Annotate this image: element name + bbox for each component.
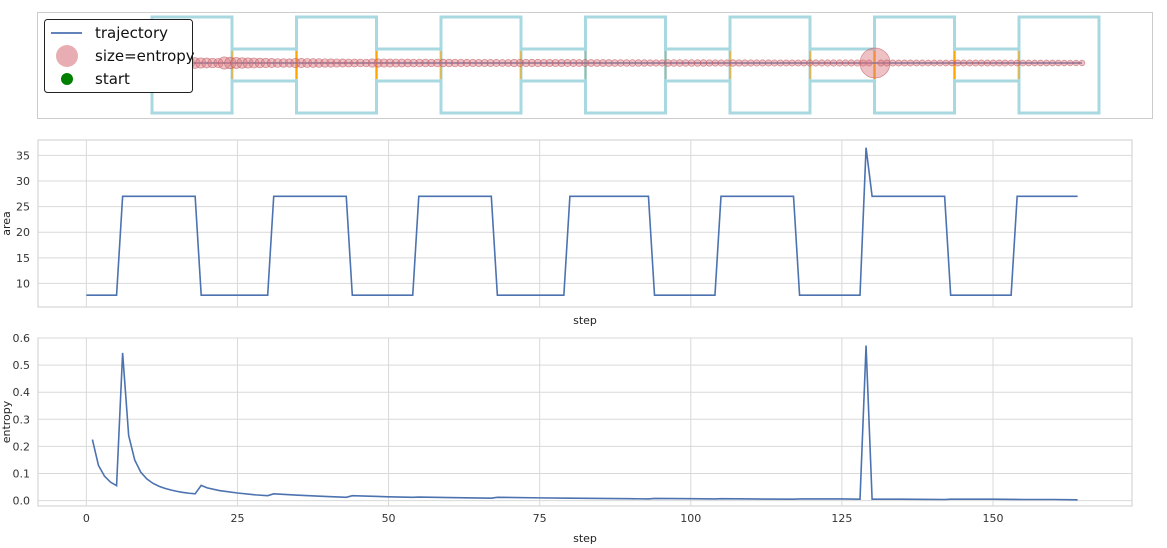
p2-plot-area [37,139,1133,308]
trajectory-point [930,59,938,67]
y-tick-label: 15 [16,252,30,265]
y-tick-label: 0.5 [13,359,31,372]
trajectory-point [912,59,920,67]
trajectory-point [942,59,950,67]
x-tick-label: 25 [230,512,244,525]
trajectory-point [776,59,784,67]
p3-plot-area [37,337,1133,507]
y-tick-label: 10 [16,277,30,290]
trajectory-point [770,59,778,67]
y-tick-label: 0.0 [13,495,31,508]
trajectory-point [753,59,761,67]
trajectory-point [1066,59,1074,67]
y-tick-label: 0.3 [13,413,31,426]
entropy-panel: 0.0 0.1 0.2 0.3 0.4 0.5 0.6 0 25 50 75 100 125 150 ste… [0,332,1133,545]
maze-panel: trajectory size=entropy start [37,12,1153,119]
trajectory-point [1001,59,1009,67]
figure: trajectory size=entropy start 10 15 20 25 30… [0,12,1153,545]
y-tick-label: 30 [16,175,30,188]
trajectory-point [1013,59,1021,67]
x-tick-label: 50 [382,512,396,525]
trajectory-point [1037,59,1044,67]
trajectory-point [782,59,790,67]
trajectory-point [960,59,968,67]
trajectory-point [652,59,660,67]
trajectory-point [747,59,755,67]
y-tick-label: 25 [16,201,30,214]
y-axis-label: area [0,211,13,236]
x-axis-label: step [573,532,597,545]
trajectory-point [1055,59,1062,67]
trajectory-point [877,59,885,67]
y-tick-label: 0.2 [13,440,31,453]
x-tick-label: 0 [83,512,90,525]
trajectory-point [995,59,1003,67]
trajectory-point [948,59,956,67]
trajectory-point [853,59,861,67]
trajectory-point [895,59,903,67]
trajectory-point [806,59,814,67]
x-axis-label: step [573,314,597,327]
x-tick-label: 100 [680,512,701,525]
trajectory-point [1043,59,1050,67]
trajectory-point [918,59,926,67]
trajectory-point [717,59,725,67]
y-axis-label: entropy [0,400,13,443]
trajectory-point [824,59,832,67]
area-panel: 10 15 20 25 30 35 step area [0,139,1133,327]
trajectory-point [711,59,719,67]
x-tick-label: 125 [831,512,852,525]
x-tick-label: 150 [982,512,1003,525]
trajectory-point [954,59,962,67]
y-tick-label: 0.1 [13,467,31,480]
legend-trajectory-label: trajectory [95,24,168,42]
trajectory-point [847,59,855,67]
trajectory-point [1049,59,1056,67]
trajectory-point [829,59,838,67]
trajectory-point [1072,59,1080,67]
trajectory-point [794,59,802,67]
trajectory-point [889,59,897,67]
trajectory-point [883,59,891,67]
trajectory-point [1019,59,1027,67]
legend-size-label: size=entropy [95,47,195,65]
trajectory-point [764,59,773,67]
trajectory-point [800,59,808,67]
trajectory-point [788,59,796,67]
trajectory-point [841,59,850,67]
legend-start-dot-icon [61,73,73,85]
trajectory-point [759,59,767,67]
trajectory-point [972,59,980,67]
trajectory-point [835,59,844,67]
trajectory-point [1025,59,1033,67]
trajectory-point [907,59,914,67]
trajectory-point [977,59,985,67]
trajectory-point [1007,59,1015,67]
trajectory-point [1031,59,1039,67]
trajectory-point [1078,59,1086,67]
trajectory-point [936,59,944,67]
trajectory-point [966,59,974,67]
y-tick-label: 0.6 [13,332,31,345]
trajectory-point [924,59,932,67]
trajectory-point [1060,59,1068,67]
trajectory-point [901,59,909,67]
trajectory-point [812,59,820,67]
legend-start-label: start [95,70,130,88]
legend: trajectory size=entropy start [44,19,195,93]
trajectory-point [818,59,826,67]
trajectory-point [983,59,991,67]
legend-size-circle-icon [56,45,78,67]
y-tick-label: 20 [16,226,30,239]
x-tick-label: 75 [533,512,547,525]
y-tick-label: 35 [16,149,30,162]
y-tick-label: 0.4 [13,386,31,399]
trajectory-point [989,59,997,67]
